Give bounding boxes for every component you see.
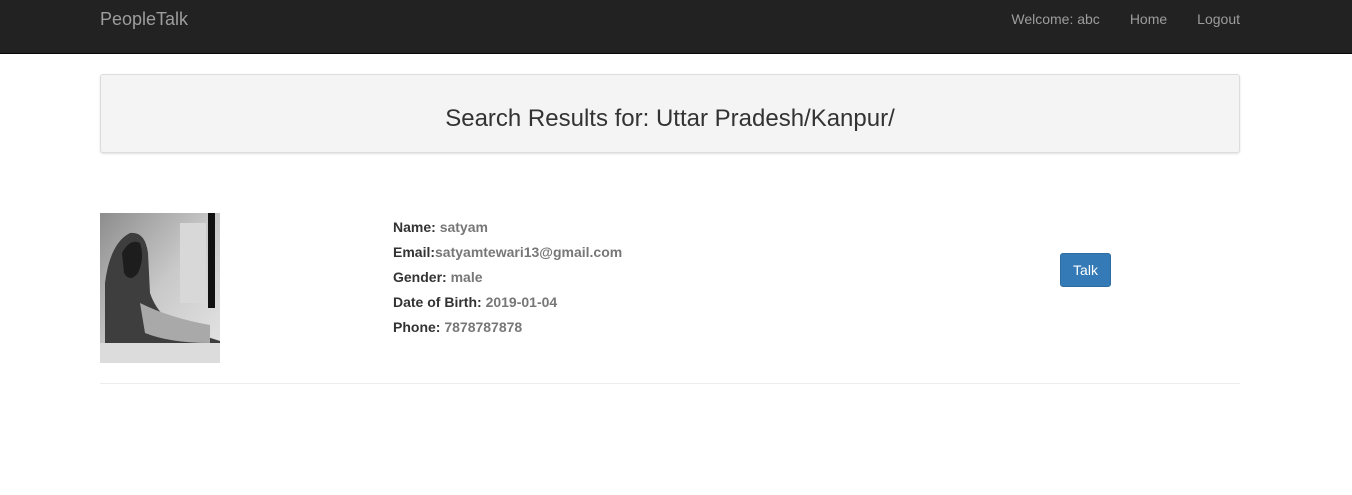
dob-label: Date of Birth: <box>393 294 482 310</box>
gender-label: Gender: <box>393 269 447 285</box>
dob-row: Date of Birth: 2019-01-04 <box>393 290 622 315</box>
profile-photo-image <box>100 213 220 363</box>
navbar-right: Welcome: abc Home Logout <box>1011 11 1240 27</box>
profile-photo <box>100 213 220 363</box>
brand-link[interactable]: PeopleTalk <box>100 9 188 29</box>
email-value: satyamtewari13@gmail.com <box>435 244 623 260</box>
welcome-text: Welcome: abc <box>1011 11 1100 27</box>
name-label: Name: <box>393 219 436 235</box>
search-results-title: Search Results for: Uttar Pradesh/Kanpur… <box>445 105 895 132</box>
logout-link[interactable]: Logout <box>1197 11 1240 27</box>
name-value: satyam <box>439 219 488 235</box>
email-row: Email:satyamtewari13@gmail.com <box>393 240 622 265</box>
result-details: Name: satyam Email:satyamtewari13@gmail.… <box>393 215 622 340</box>
top-navbar: PeopleTalk Welcome: abc Home Logout <box>0 0 1352 54</box>
result-divider <box>100 383 1240 384</box>
phone-row: Phone: 7878787878 <box>393 315 622 340</box>
name-row: Name: satyam <box>393 215 622 240</box>
dob-value: 2019-01-04 <box>485 294 558 310</box>
phone-label: Phone: <box>393 319 441 335</box>
gender-value: male <box>450 269 483 285</box>
home-link[interactable]: Home <box>1130 11 1167 27</box>
email-label: Email: <box>393 244 436 260</box>
gender-row: Gender: male <box>393 265 622 290</box>
phone-value: 7878787878 <box>444 319 523 335</box>
talk-button[interactable]: Talk <box>1060 253 1111 287</box>
search-results-header: Search Results for: Uttar Pradesh/Kanpur… <box>100 74 1240 153</box>
